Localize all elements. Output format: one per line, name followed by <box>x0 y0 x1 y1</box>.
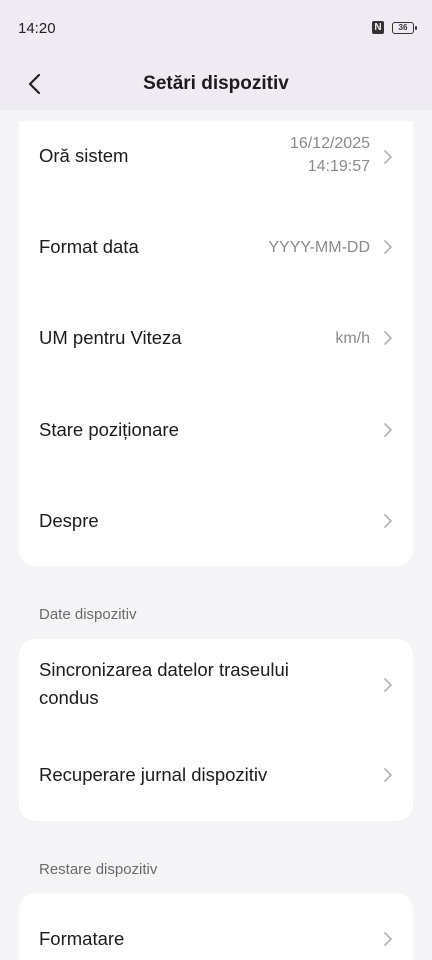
about-row[interactable]: Despre <box>19 476 413 566</box>
speed-unit-value: km/h <box>335 330 370 347</box>
device-restore-card: Formatare <box>19 893 413 960</box>
system-clock-text: 14:19:57 <box>307 158 370 175</box>
section-title-device-restore: Restare dispozitiv <box>39 861 158 878</box>
status-icons: N 36 <box>372 21 417 34</box>
chevron-right-icon <box>384 240 392 254</box>
battery-icon: 36 <box>392 21 417 34</box>
chevron-right-icon <box>384 331 392 345</box>
system-date-text: 16/12/2025 <box>289 135 370 152</box>
system-time-value: 16/12/2025 14:19:57 <box>290 132 370 178</box>
positioning-status-row[interactable]: Stare poziționare <box>19 384 413 476</box>
chevron-right-icon <box>384 678 392 692</box>
about-label: Despre <box>39 510 99 531</box>
date-format-value: YYYY-MM-DD <box>268 239 370 256</box>
chevron-right-icon <box>384 932 392 946</box>
section-title-device-data: Date dispozitiv <box>39 606 137 623</box>
chevron-right-icon <box>384 768 392 782</box>
date-format-label: Format data <box>39 236 139 257</box>
date-format-row[interactable]: Format data YYYY-MM-DD <box>19 201 413 293</box>
battery-level: 36 <box>398 22 408 32</box>
sync-route-data-label: Sincronizarea datelor traseului condus <box>39 656 289 712</box>
status-bar: 14:20 N 36 <box>0 0 432 58</box>
format-row[interactable]: Formatare <box>19 893 413 960</box>
system-time-row[interactable]: Oră sistem 16/12/2025 14:19:57 <box>19 121 413 201</box>
chevron-right-icon <box>384 514 392 528</box>
general-settings-card: Oră sistem 16/12/2025 14:19:57 Format da… <box>19 121 413 566</box>
sync-route-data-label-line2: condus <box>39 687 99 708</box>
positioning-status-label: Stare poziționare <box>39 419 179 440</box>
format-label: Formatare <box>39 928 125 949</box>
sync-route-data-row[interactable]: Sincronizarea datelor traseului condus <box>19 639 413 731</box>
nfc-icon: N <box>372 21 384 34</box>
chevron-right-icon <box>384 423 392 437</box>
system-time-label: Oră sistem <box>39 145 129 166</box>
device-data-card: Sincronizarea datelor traseului condus R… <box>19 639 413 821</box>
app-header: Setări dispozitiv <box>0 58 432 110</box>
chevron-right-icon <box>384 150 392 164</box>
speed-unit-row[interactable]: UM pentru Viteza km/h <box>19 293 413 384</box>
speed-unit-label: UM pentru Viteza <box>39 327 182 348</box>
page-title: Setări dispozitiv <box>143 73 289 94</box>
device-log-recovery-label: Recuperare jurnal dispozitiv <box>39 764 268 785</box>
status-time: 14:20 <box>18 20 56 37</box>
device-log-recovery-row[interactable]: Recuperare jurnal dispozitiv <box>19 731 413 821</box>
sync-route-data-label-line1: Sincronizarea datelor traseului <box>39 659 289 680</box>
